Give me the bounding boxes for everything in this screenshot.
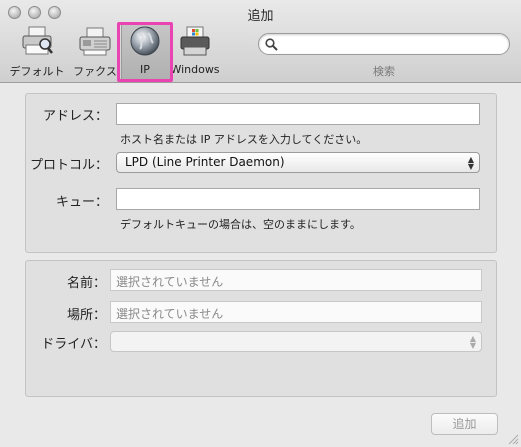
toolbar-label-fax: ファクス (73, 65, 117, 78)
driver-label: ドライバ： (41, 337, 106, 352)
windows-printer-icon (180, 26, 210, 56)
address-label: アドレス： (42, 109, 108, 124)
queue-hint: デフォルトキューの場合は、空のままにします。 (120, 218, 361, 231)
location-field[interactable]: 選択されていません (110, 301, 482, 323)
queue-field[interactable] (116, 188, 480, 210)
search-icon (265, 38, 278, 51)
protocol-popup[interactable]: LPD (Line Printer Daemon) ▲ ▼ (116, 152, 480, 173)
toolbar: 追加 デフォルト ファクス IP Windows 検索 (0, 0, 521, 83)
queue-label: キュー： (55, 195, 108, 210)
updown-arrows-icon: ▲ ▼ (469, 334, 476, 350)
printer-magnifier-icon (22, 26, 53, 55)
location-label: 場所： (66, 308, 106, 323)
selection-highlight (117, 22, 173, 82)
add-button[interactable]: 追加 (431, 413, 498, 435)
add-printer-window: 追加 デフォルト ファクス IP Windows 検索 アドレス： ホスト名また… (0, 0, 521, 447)
toolbar-item-windows[interactable]: Windows (170, 22, 220, 80)
toolbar-item-fax[interactable]: ファクス (70, 22, 120, 80)
address-field[interactable] (116, 103, 480, 125)
protocol-value: LPD (Line Printer Daemon) (125, 155, 285, 169)
toolbar-label-windows: Windows (170, 63, 220, 76)
toolbar-item-default[interactable]: デフォルト (4, 22, 70, 80)
fax-icon (79, 27, 111, 56)
address-hint: ホスト名または IP アドレスを入力してください。 (120, 133, 368, 146)
driver-popup[interactable]: ▲ ▼ (110, 331, 482, 352)
name-label: 名前： (66, 276, 106, 291)
name-field[interactable]: 選択されていません (110, 269, 482, 291)
resize-grip-icon[interactable] (507, 433, 519, 445)
search-field[interactable] (258, 33, 510, 55)
updown-arrows-icon: ▲ ▼ (467, 155, 474, 171)
search-label: 検索 (373, 65, 395, 78)
protocol-label: プロトコル： (30, 158, 109, 173)
toolbar-label-default: デフォルト (9, 65, 65, 78)
